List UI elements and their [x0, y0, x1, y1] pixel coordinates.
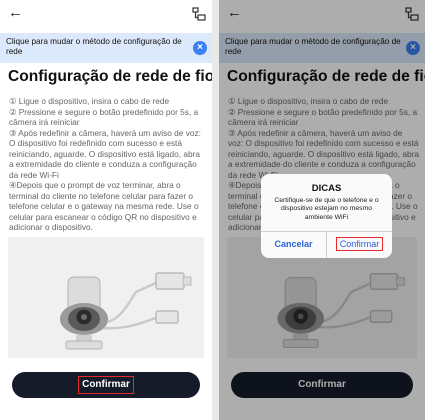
step-1: ① Ligue o dispositivo, insira o cabo de … [9, 96, 170, 106]
page-title: Configuração de rede de fio [8, 68, 212, 85]
step-2: ② Pressione e segure o botão predefinido… [9, 106, 199, 128]
instruction-steps: ① Ligue o dispositivo, insira o cabo de … [9, 96, 206, 233]
back-arrow-icon[interactable]: ← [8, 4, 23, 22]
dialog-message: Certifique-se de que o telefone e o disp… [274, 197, 379, 221]
dialog-cancel-button[interactable]: Cancelar [261, 231, 326, 258]
screen-left: ← Clique para mudar o método de configur… [0, 0, 212, 420]
top-bar: ← [0, 0, 212, 30]
confirm-button[interactable]: Confirmar [12, 372, 200, 398]
step-3: ③ Após redefinir a câmera, haverá um avi… [9, 127, 201, 180]
dialog-title: DICAS [311, 183, 342, 194]
screen-right: ← Clique para mudar o método de configur… [219, 0, 425, 420]
step-4: ④Depois que o prompt de voz terminar, ab… [9, 180, 199, 232]
panel-divider [212, 0, 219, 420]
confirm-button-label: Confirmar [78, 376, 134, 394]
dialog-confirm-button[interactable]: Confirmar [327, 231, 392, 258]
router-icon[interactable] [192, 7, 206, 21]
banner-text: Clique para mudar o método de configuraç… [6, 37, 182, 56]
close-icon[interactable]: × [193, 41, 207, 55]
dialog-confirm-label: Confirmar [335, 237, 384, 251]
camera-cable-image [60, 272, 192, 350]
tips-dialog: DICAS Certifique-se de que o telefone e … [261, 174, 392, 258]
dialog-cancel-label: Cancelar [274, 239, 313, 249]
config-method-banner[interactable]: Clique para mudar o método de configuraç… [0, 33, 212, 63]
camera-illustration [8, 237, 204, 358]
